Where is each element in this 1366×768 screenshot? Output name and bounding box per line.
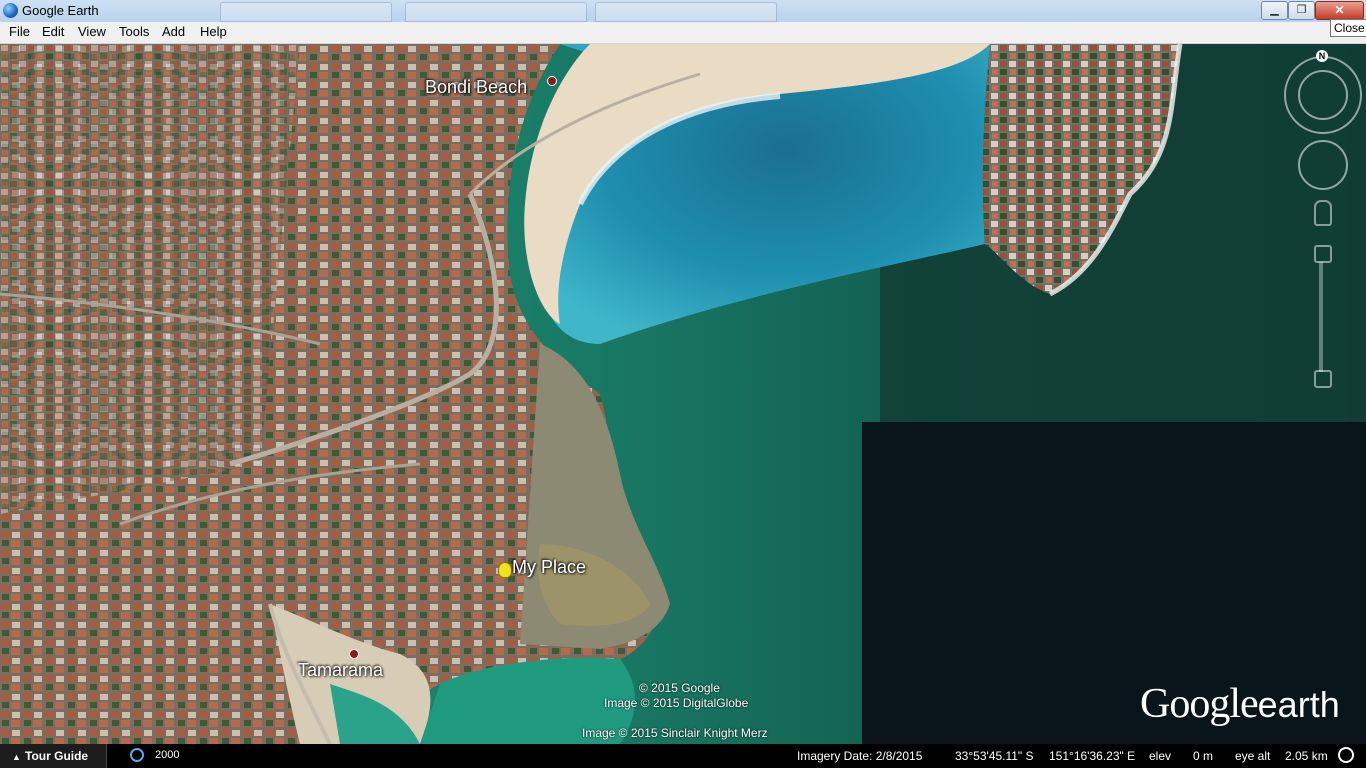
logo-product: earth [1257,684,1340,725]
place-label-tamarama[interactable]: Tamarama [298,660,383,681]
imagery-date: Imagery Date: 2/8/2015 [797,749,923,763]
satellite-imagery [0,44,1366,744]
tour-guide-label: Tour Guide [25,749,89,763]
history-clock-icon[interactable] [130,748,144,762]
close-button[interactable]: ✕ [1315,1,1364,20]
status-bar: ▲ Tour Guide 2000 Imagery Date: 2/8/2015… [0,744,1366,768]
elevation-label: elev [1149,749,1172,763]
minimize-button[interactable]: ▁ [1261,1,1288,20]
longitude: 151°16'36.23" E [1049,749,1136,763]
play-triangle-icon: ▲ [12,752,21,762]
background-tab [220,2,392,22]
window-title: Google Earth [22,3,99,18]
tour-guide-button[interactable]: ▲ Tour Guide [0,744,107,768]
maximize-button[interactable]: ❐ [1288,1,1315,20]
placemark-dot-icon[interactable] [349,649,359,659]
menu-view[interactable]: View [78,24,106,39]
place-label-bondi[interactable]: Bondi Beach [425,77,527,98]
google-earth-logo: Googleearth [1140,680,1340,728]
place-label-my-place[interactable]: My Place [512,557,586,578]
historical-imagery-year[interactable]: 2000 [155,749,179,761]
copyright-skm: Image © 2015 Sinclair Knight Merz [582,726,768,740]
placemark-dot-icon[interactable] [547,76,557,86]
latitude: 33°53'45.11" S [955,749,1034,763]
navigation-controls: N [1280,50,1364,400]
copyright-google: © 2015 Google [639,681,720,695]
eye-alt-label: eye alt [1235,749,1271,763]
north-indicator[interactable]: N [1316,50,1328,62]
menu-help[interactable]: Help [200,24,227,39]
zoom-slider[interactable] [1319,262,1323,372]
menu-bar: File Edit View Tools Add Help [0,22,1366,44]
menu-edit[interactable]: Edit [42,24,64,39]
background-tab [405,2,587,22]
minimize-icon: ▁ [1270,4,1279,16]
look-joystick[interactable] [1298,70,1348,120]
elevation-value: 0 m [1193,749,1214,763]
streaming-status-icon [1338,747,1354,763]
street-view-pegman-icon[interactable] [1314,200,1332,226]
earth-view[interactable]: Bondi Beach My Place Tamarama © 2015 Goo… [0,44,1366,744]
menu-file[interactable]: File [9,24,30,39]
map-pin-icon[interactable] [498,562,512,578]
copyright-digitalglobe: Image © 2015 DigitalGlobe [604,696,749,710]
move-joystick[interactable] [1298,140,1348,190]
logo-brand: Google [1140,681,1259,727]
close-tooltip: Close [1330,19,1366,37]
google-earth-app-icon [3,3,18,18]
menu-add[interactable]: Add [162,24,185,39]
eye-alt-value: 2.05 km [1285,749,1328,763]
restore-icon: ❐ [1296,4,1307,16]
close-icon: ✕ [1334,3,1345,17]
zoom-in-button[interactable] [1314,245,1332,263]
zoom-out-button[interactable] [1314,370,1332,388]
background-tab [595,2,777,22]
title-bar: Google Earth ▁ ❐ ✕ [0,0,1366,23]
menu-tools[interactable]: Tools [119,24,149,39]
